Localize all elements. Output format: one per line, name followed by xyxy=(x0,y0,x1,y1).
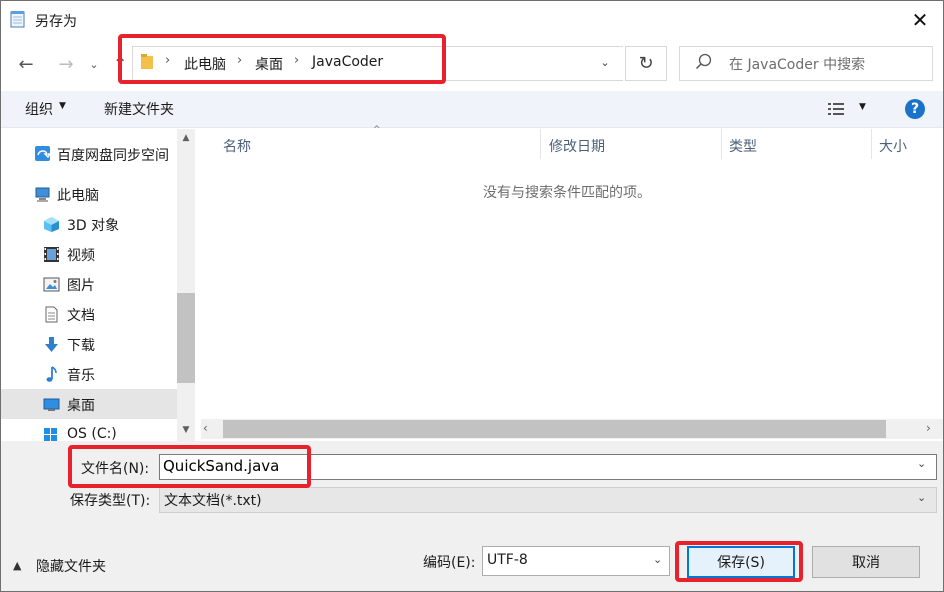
sidebar-item-label: OS (C:) xyxy=(67,426,117,441)
encoding-label: 编码(E): xyxy=(423,555,476,571)
column-divider[interactable] xyxy=(721,129,722,159)
caret-down-icon: ▼ xyxy=(59,101,66,111)
filetype-select[interactable] xyxy=(159,487,937,513)
chevron-down-icon[interactable]: ⌄ xyxy=(917,457,926,470)
help-icon[interactable]: ? xyxy=(905,99,925,119)
sidebar-item-music[interactable]: 音乐 xyxy=(1,359,177,389)
hide-folders-button[interactable]: 隐藏文件夹 xyxy=(36,556,106,576)
highlight-box-save xyxy=(675,541,803,582)
forward-button[interactable]: → xyxy=(51,49,81,79)
sidebar-item-label: 3D 对象 xyxy=(67,218,120,234)
column-divider[interactable] xyxy=(540,129,541,159)
new-folder-button[interactable]: 新建文件夹 xyxy=(104,99,174,119)
search-input[interactable]: 在 JavaCoder 中搜索 xyxy=(729,54,865,74)
sidebar-item-label: 音乐 xyxy=(67,368,95,384)
scroll-left-icon[interactable]: ‹ xyxy=(203,421,208,435)
sidebar-item-label: 百度网盘同步空间 xyxy=(57,148,169,164)
close-button[interactable]: ✕ xyxy=(897,1,943,39)
filelist-scrollbar-thumb[interactable] xyxy=(223,420,886,438)
sidebar-item-pictures[interactable]: 图片 xyxy=(1,269,177,299)
filetype-value[interactable]: 文本文档(*.txt) xyxy=(164,490,262,510)
column-header-name[interactable]: 名称 xyxy=(223,136,251,156)
download-icon xyxy=(45,337,58,352)
search-icon xyxy=(695,53,712,70)
highlight-box-address xyxy=(118,34,446,84)
chevron-down-icon[interactable]: ⌄ xyxy=(653,553,662,566)
encoding-value[interactable]: UTF-8 xyxy=(487,552,528,568)
organize-button[interactable]: 组织 xyxy=(25,99,53,119)
scroll-up-icon[interactable]: ▲ xyxy=(177,129,195,147)
sidebar-scrollbar[interactable] xyxy=(177,129,195,441)
sidebar-item-label: 桌面 xyxy=(67,398,95,414)
sidebar-item-baidu-sync[interactable]: 百度网盘同步空间 xyxy=(1,139,177,169)
save-as-dialog: 另存为 ✕ ← → ⌄ ↑ › 此电脑 › 桌面 › JavaCoder ⌄ ↻… xyxy=(0,0,944,592)
drive-icon xyxy=(44,428,57,441)
view-options-icon[interactable] xyxy=(827,101,845,117)
column-divider[interactable] xyxy=(871,129,872,159)
desktop-icon xyxy=(43,398,60,411)
video-icon xyxy=(44,247,59,262)
highlight-box-filename xyxy=(68,445,311,488)
scroll-down-icon[interactable]: ▼ xyxy=(177,421,195,439)
column-header-date[interactable]: 修改日期 xyxy=(549,136,605,156)
address-dropdown-button[interactable]: ⌄ xyxy=(587,46,623,79)
empty-list-message: 没有与搜索条件匹配的项。 xyxy=(483,185,651,201)
computer-icon xyxy=(35,187,50,202)
notepad-icon xyxy=(10,11,25,28)
sidebar-item-label: 视频 xyxy=(67,248,95,264)
refresh-button[interactable]: ↻ xyxy=(625,46,667,81)
caret-up-icon[interactable]: ▲ xyxy=(13,559,21,572)
sort-ascending-icon: ^ xyxy=(373,125,381,135)
music-icon xyxy=(46,366,57,382)
sidebar-item-desktop[interactable]: 桌面 xyxy=(1,389,177,419)
sidebar-item-label: 下载 xyxy=(67,338,95,354)
cloud-sync-icon xyxy=(35,146,51,161)
caret-down-icon[interactable]: ▼ xyxy=(859,102,866,112)
sidebar-item-label: 文档 xyxy=(67,308,95,324)
scroll-right-icon[interactable]: › xyxy=(926,421,931,435)
chevron-down-icon[interactable]: ⌄ xyxy=(917,491,926,504)
sidebar-item-documents[interactable]: 文档 xyxy=(1,299,177,329)
filetype-label: 保存类型(T): xyxy=(70,493,151,509)
picture-icon xyxy=(43,277,60,292)
sidebar-item-videos[interactable]: 视频 xyxy=(1,239,177,269)
back-button[interactable]: ← xyxy=(11,49,41,79)
cancel-button[interactable]: 取消 xyxy=(812,546,920,578)
recent-locations-button[interactable]: ⌄ xyxy=(85,49,103,79)
sidebar-item-downloads[interactable]: 下载 xyxy=(1,329,177,359)
document-icon xyxy=(45,306,58,323)
column-header-size[interactable]: 大小 xyxy=(879,136,907,156)
column-header-type[interactable]: 类型 xyxy=(729,136,757,156)
sidebar-item-label: 此电脑 xyxy=(57,188,99,204)
sidebar-item-label: 图片 xyxy=(67,278,95,294)
cube-icon xyxy=(44,217,59,232)
sidebar-scrollbar-thumb[interactable] xyxy=(177,293,195,383)
sidebar-item-this-pc[interactable]: 此电脑 xyxy=(1,179,177,209)
window-title: 另存为 xyxy=(35,14,77,30)
sidebar-item-3d-objects[interactable]: 3D 对象 xyxy=(1,209,177,239)
sidebar-item-os-drive[interactable]: OS (C:) xyxy=(1,419,177,441)
